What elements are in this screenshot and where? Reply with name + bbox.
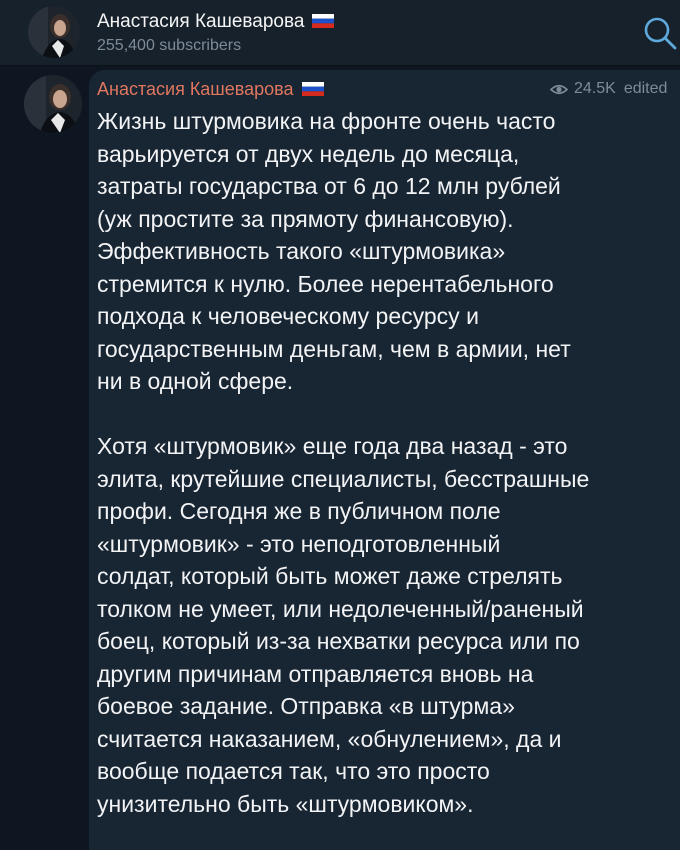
channel-avatar[interactable] (28, 6, 80, 58)
channel-title[interactable]: Анастасия Кашеварова (97, 11, 335, 33)
channel-header: Анастасия Кашеварова 255,400 subscribers (0, 0, 680, 66)
message-paragraph: Хотя «штурмовик» еще года два назад - эт… (97, 433, 590, 817)
message-meta: 24.5K edited (550, 80, 667, 98)
eye-icon (550, 84, 568, 94)
search-button[interactable] (642, 15, 678, 51)
russia-flag-icon (301, 82, 324, 96)
post-author-name: Анастасия Кашеварова (97, 79, 294, 99)
channel-name: Анастасия Кашеварова (97, 11, 305, 32)
edited-label: edited (623, 80, 668, 97)
search-icon (644, 17, 677, 50)
subscriber-count: 255,400 subscribers (97, 37, 242, 54)
message-paragraph: Жизнь штурмовика на фронте очень часто в… (97, 108, 571, 394)
post-author-avatar[interactable] (24, 75, 82, 133)
message-text: Жизнь штурмовика на фронте очень часто в… (97, 105, 672, 820)
russia-flag-icon (312, 14, 335, 28)
post-author[interactable]: Анастасия Кашеварова (97, 79, 324, 100)
view-count: 24.5K (574, 80, 616, 97)
